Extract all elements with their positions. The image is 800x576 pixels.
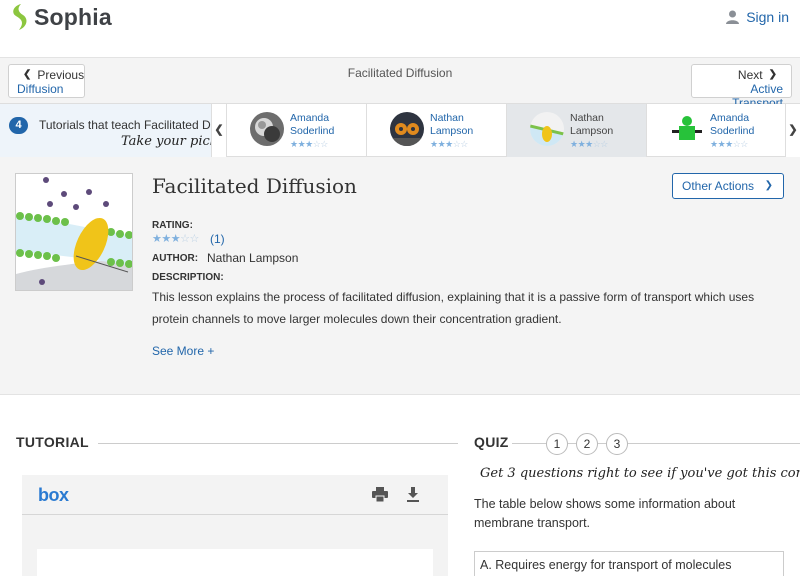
tutorials-label: Tutorials that teach Facilitated D (39, 118, 211, 132)
next-label: Next (737, 68, 763, 82)
tutorials-strip: 4 Tutorials that teach Facilitated D Tak… (0, 104, 800, 157)
tutorial-card-selected[interactable]: Nathan Lampson ★★★☆☆ (507, 104, 647, 157)
top-header: Sophia Sign in (0, 0, 800, 58)
quiz-tagline: Get 3 questions right to see if you've g… (480, 466, 800, 481)
print-icon[interactable] (372, 487, 388, 507)
author-name: Nathan Lampson (207, 251, 299, 265)
other-actions-label: Other Actions (682, 179, 755, 193)
tutorials-intro: 4 Tutorials that teach Facilitated D Tak… (0, 104, 212, 157)
quiz-step-1[interactable]: 1 (546, 433, 568, 455)
tutorial-heading: TUTORIAL (16, 434, 89, 450)
sophia-logo[interactable]: Sophia (9, 3, 112, 31)
strip-scroll-right-icon[interactable]: ❯ (785, 104, 800, 157)
author-label: AUTHOR: (152, 253, 199, 264)
document-page (37, 549, 433, 576)
sophia-leaf-icon (13, 4, 27, 30)
take-your-pick-text: Take your pick: (121, 134, 212, 149)
answer-option[interactable]: A. Requires energy for transport of mole… (474, 551, 784, 576)
lesson-thumbnail (15, 173, 133, 291)
chevron-down-icon: ❯ (764, 180, 773, 191)
tutor-avatar (670, 112, 704, 146)
chevron-right-icon: ❯ (768, 69, 777, 80)
rating-stars[interactable]: ★★★☆☆ (152, 232, 199, 245)
download-icon[interactable] (406, 487, 420, 507)
rating-count[interactable]: (1) (210, 232, 225, 246)
see-more-link[interactable]: See More + (152, 344, 214, 358)
next-lesson-button[interactable]: Next ❯ Active Transport (691, 64, 792, 110)
tutor-rating-stars: ★★★☆☆ (290, 139, 328, 149)
quiz-question: The table below shows some information a… (474, 497, 736, 530)
viewer-toolbar: box (22, 475, 448, 515)
previous-lesson-name: Diffusion (17, 82, 64, 96)
tutor-avatar (250, 112, 284, 146)
tutor-name: Nathan Lampson (430, 112, 474, 137)
tutor-name: Amanda Soderlind (290, 112, 335, 137)
tutor-rating-stars: ★★★☆☆ (710, 139, 748, 149)
quiz-step-2[interactable]: 2 (576, 433, 598, 455)
brand-name: Sophia (34, 3, 112, 30)
tutor-rating-stars: ★★★☆☆ (430, 139, 468, 149)
lesson-description: This lesson explains the process of faci… (152, 290, 755, 326)
lesson-info-panel: Facilitated Diffusion Other Actions ❯ RA… (0, 157, 800, 395)
strip-scroll-left-icon[interactable]: ❮ (212, 104, 227, 157)
other-actions-button[interactable]: Other Actions ❯ (672, 173, 784, 199)
tutorial-card[interactable]: Amanda Soderlind ★★★☆☆ (227, 104, 367, 157)
tutorial-card[interactable]: Nathan Lampson ★★★☆☆ (367, 104, 507, 157)
tutor-name: Amanda Soderlind (710, 112, 755, 137)
sign-in-link[interactable]: Sign in (726, 9, 789, 25)
tutorial-count-badge: 4 (9, 117, 28, 134)
quiz-step-3[interactable]: 3 (606, 433, 628, 455)
box-logo: box (38, 485, 69, 505)
lesson-title: Facilitated Diffusion (152, 174, 357, 198)
document-viewer: box (22, 475, 448, 576)
nav-title: Facilitated Diffusion (347, 66, 453, 80)
rating-label: RATING: (152, 220, 193, 231)
tutorial-card[interactable]: Amanda Soderlind ★★★☆☆ (647, 104, 787, 157)
sign-in-label: Sign in (746, 9, 789, 25)
user-icon (726, 10, 740, 24)
tutor-name: Nathan Lampson (570, 112, 614, 137)
tutor-avatar (390, 112, 424, 146)
tutor-avatar (530, 112, 564, 146)
lesson-nav-bar: ❮ Previous Diffusion Facilitated Diffusio… (0, 58, 800, 110)
divider (98, 443, 458, 444)
tutor-rating-stars: ★★★☆☆ (570, 139, 608, 149)
quiz-heading: QUIZ (474, 434, 509, 450)
description-label: DESCRIPTION: (152, 272, 224, 283)
